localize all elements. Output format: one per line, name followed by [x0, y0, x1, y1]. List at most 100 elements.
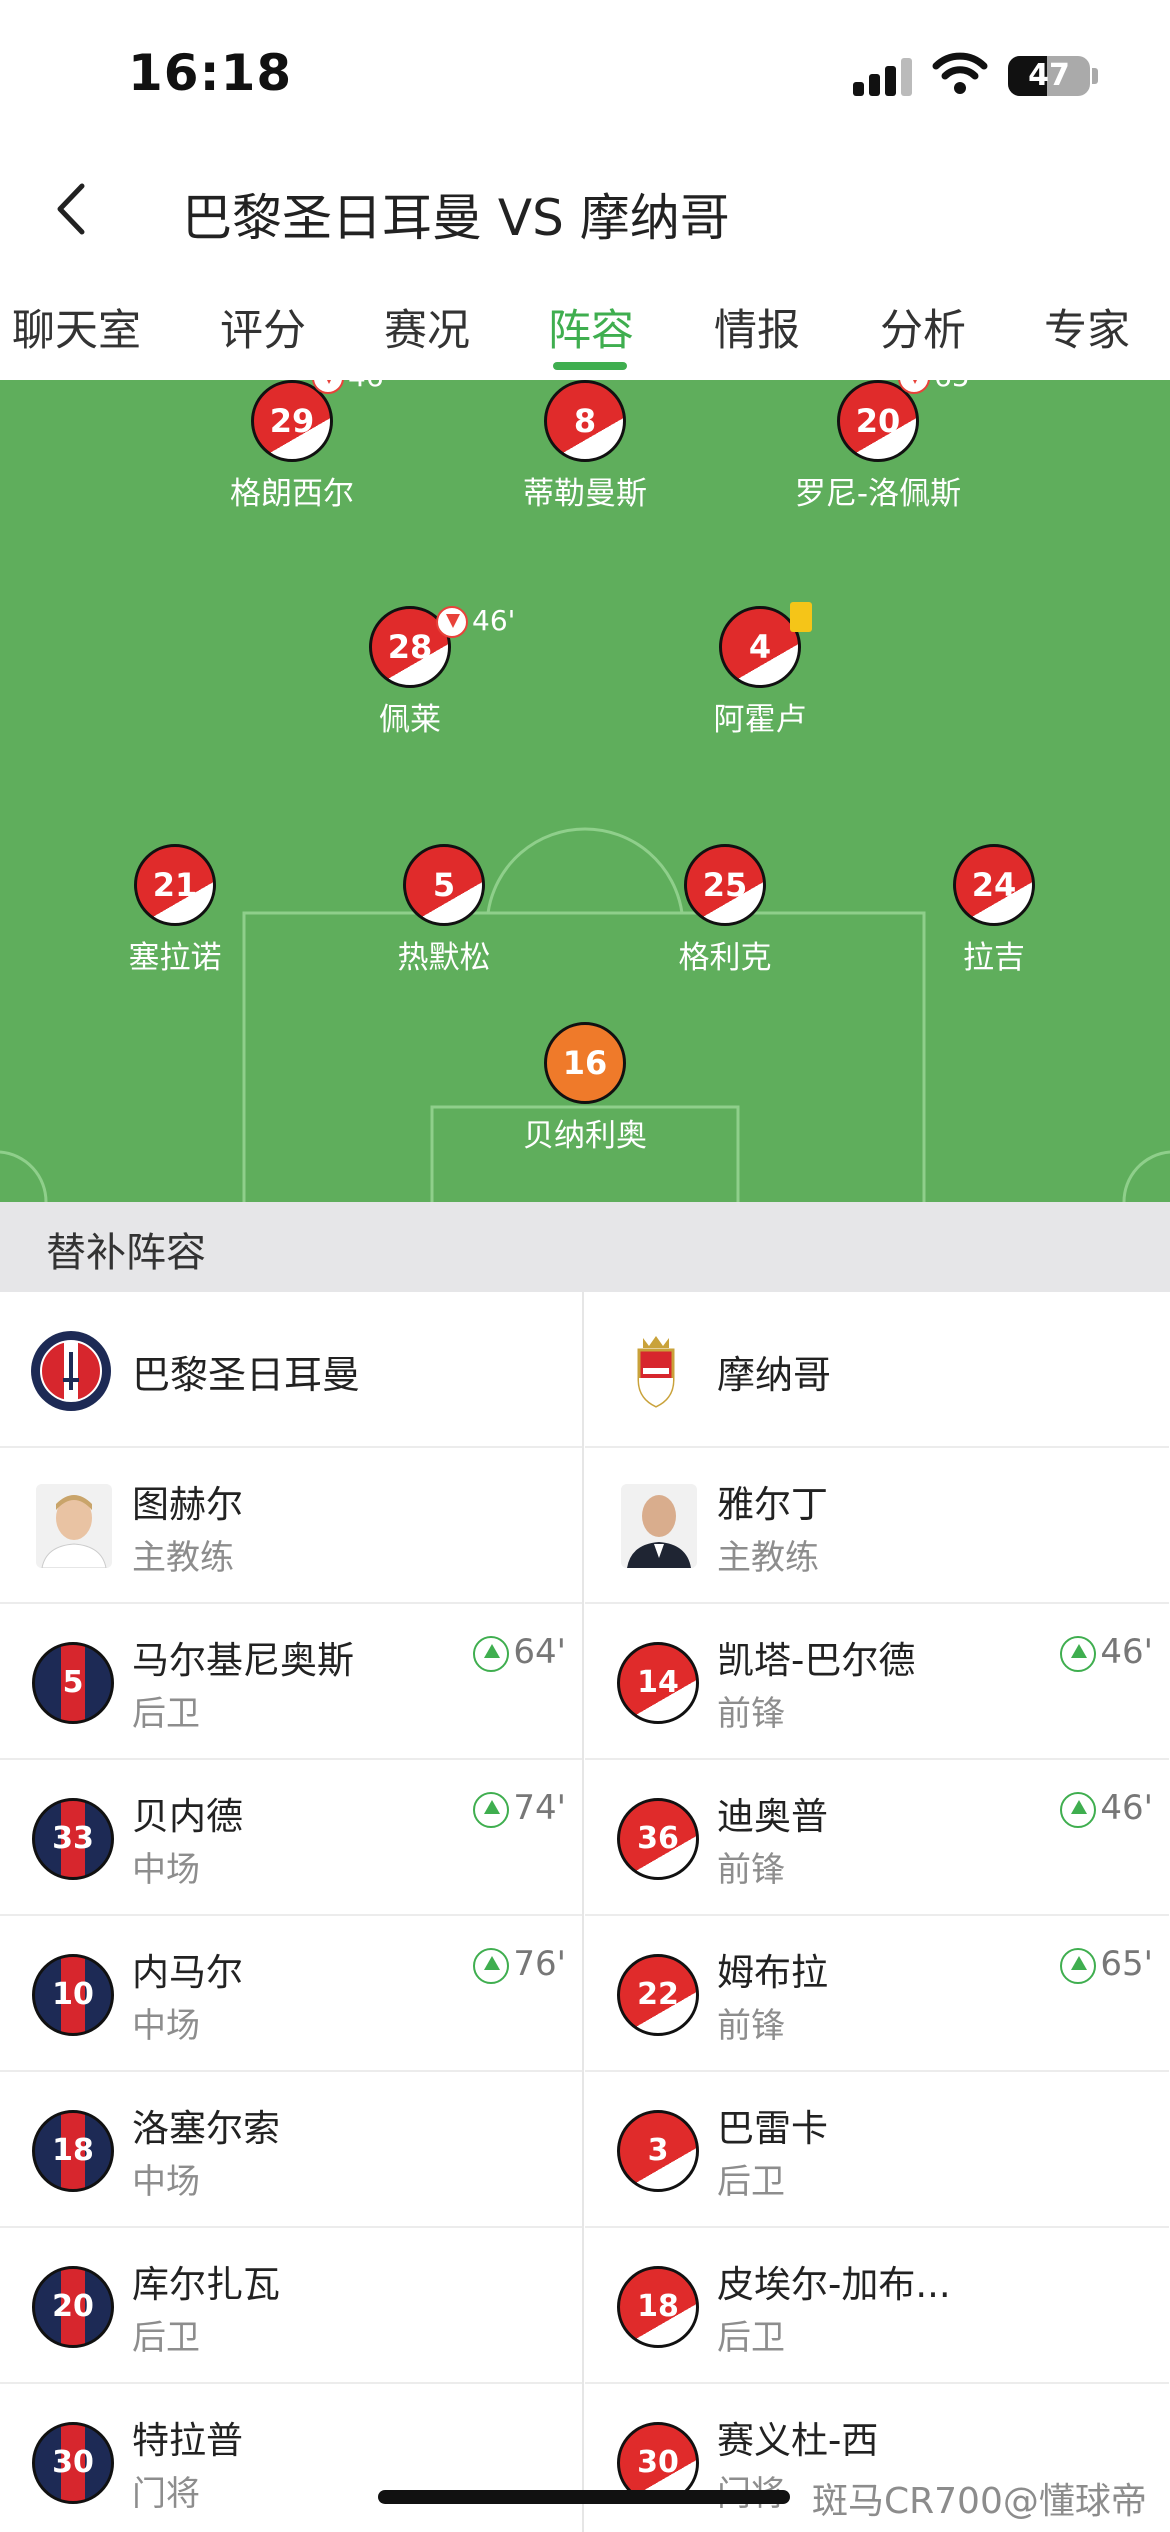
player-position: 前锋	[717, 2006, 785, 2046]
battery-level: 47	[1028, 58, 1070, 93]
sub-in-marker: 46'	[1060, 1632, 1153, 1672]
sub-in-arrow-icon	[473, 1791, 510, 1828]
player-number-badge: 30	[32, 2422, 114, 2504]
player-name: 阿霍卢	[713, 702, 807, 738]
away-team-row[interactable]: 摩纳哥	[585, 1292, 1169, 1448]
away-coach-row[interactable]: 雅尔丁 主教练	[585, 1448, 1169, 1604]
sub-player-row[interactable]: 18 皮埃尔-加布... 后卫	[585, 2228, 1169, 2384]
player-number-badge: 22	[617, 1954, 699, 2036]
sub-player-row[interactable]: 18 洛塞尔索 中场	[0, 2072, 582, 2228]
status-time: 16:18	[128, 44, 293, 102]
tab-chatroom[interactable]: 聊天室	[12, 296, 141, 358]
home-team-name: 巴黎圣日耳曼	[132, 1353, 361, 1397]
sub-player-row[interactable]: 14 凯塔-巴尔德 前锋 46'	[585, 1604, 1169, 1760]
sub-out-marker: 46'	[312, 380, 391, 394]
nav-header: 巴黎圣日耳曼 VS 摩纳哥	[0, 150, 1170, 270]
wifi-icon	[932, 52, 988, 94]
player-jersey: 21	[134, 844, 216, 926]
player-position: 后卫	[717, 2318, 785, 2358]
back-chevron-icon[interactable]	[40, 174, 110, 244]
tab-ratings[interactable]: 评分	[220, 296, 306, 358]
pitch-player[interactable]: 21 塞拉诺	[75, 844, 275, 977]
monaco-logo-icon	[637, 1336, 675, 1408]
tab-analysis[interactable]: 分析	[880, 296, 966, 358]
player-name: 迪奥普	[717, 1795, 828, 1838]
coach-name: 雅尔丁	[717, 1483, 828, 1526]
player-name: 库尔扎瓦	[132, 2263, 280, 2306]
sub-player-row[interactable]: 22 姆布拉 前锋 65'	[585, 1916, 1169, 2072]
yellow-card-icon	[790, 602, 812, 632]
player-number-badge: 20	[32, 2266, 114, 2348]
player-name: 拉吉	[963, 940, 1025, 976]
player-number-badge: 5	[32, 1642, 114, 1724]
coach-avatar	[36, 1484, 112, 1568]
sub-out-marker: 46'	[436, 604, 515, 638]
player-name: 贝纳利奥	[523, 1118, 647, 1154]
pitch-player[interactable]: 8 蒂勒曼斯	[485, 380, 685, 513]
sub-player-row[interactable]: 33 贝内德 中场 74'	[0, 1760, 582, 1916]
tab-intel[interactable]: 情报	[714, 296, 800, 358]
player-name: 皮埃尔-加布...	[717, 2263, 951, 2306]
home-subs-column: 巴黎圣日耳曼 图赫尔 主教练 5 马尔基尼奥斯 后卫 64' 33 贝内德 中场…	[0, 1292, 584, 2532]
sub-in-arrow-icon	[1060, 1635, 1097, 1672]
player-name: 蒂勒曼斯	[523, 476, 647, 512]
tab-experts[interactable]: 专家	[1044, 296, 1130, 358]
status-bar: 16:18 47	[0, 0, 1170, 150]
sub-player-row[interactable]: 36 迪奥普 前锋 46'	[585, 1760, 1169, 1916]
sub-player-row[interactable]: 10 内马尔 中场 76'	[0, 1916, 582, 2072]
pitch-player[interactable]: 20 罗尼-洛佩斯 65'	[778, 380, 978, 513]
sub-in-arrow-icon	[473, 1947, 510, 1984]
player-number-badge: 3	[617, 2110, 699, 2192]
away-subs-column: 摩纳哥 雅尔丁 主教练 14 凯塔-巴尔德 前锋 46' 36 迪奥普 前锋 4…	[585, 1292, 1169, 2532]
sub-player-row[interactable]: 20 库尔扎瓦 后卫	[0, 2228, 582, 2384]
pitch-player[interactable]: 25 格利克	[625, 844, 825, 977]
player-name: 佩莱	[379, 702, 441, 738]
psg-logo-icon	[31, 1331, 111, 1411]
sub-out-icon	[436, 606, 468, 638]
sub-in-marker: 65'	[1060, 1944, 1153, 1984]
pitch-player[interactable]: 24 拉吉	[894, 844, 1094, 977]
player-name: 姆布拉	[717, 1951, 828, 1994]
player-name: 马尔基尼奥斯	[132, 1639, 354, 1682]
sub-in-marker: 46'	[1060, 1788, 1153, 1828]
home-indicator[interactable]	[378, 2490, 790, 2504]
pitch-player[interactable]: 29 格朗西尔 46'	[192, 380, 392, 513]
player-position: 中场	[132, 2006, 200, 2046]
tab-lineup[interactable]: 阵容	[548, 296, 634, 358]
player-position: 前锋	[717, 1694, 785, 1734]
player-number-badge: 18	[617, 2266, 699, 2348]
player-number-badge: 18	[32, 2110, 114, 2192]
pitch-player[interactable]: 4 阿霍卢	[660, 602, 860, 739]
lineup-pitch: 29 格朗西尔 46' 8 蒂勒曼斯 20 罗尼-洛佩斯 65' 28 佩莱 4…	[0, 380, 1170, 1202]
pitch-player[interactable]: 28 佩莱 46'	[310, 604, 515, 739]
active-tab-indicator	[553, 362, 627, 370]
tab-live[interactable]: 赛况	[384, 296, 470, 358]
coach-avatar	[621, 1484, 697, 1568]
substitutes-header: 替补阵容	[0, 1202, 1170, 1292]
player-position: 后卫	[132, 2318, 200, 2358]
sub-player-row[interactable]: 30 特拉普 门将	[0, 2384, 582, 2532]
player-jersey: 25	[684, 844, 766, 926]
player-jersey: 16	[544, 1022, 626, 1104]
sub-in-marker: 64'	[473, 1632, 566, 1672]
home-coach-row[interactable]: 图赫尔 主教练	[0, 1448, 582, 1604]
battery-icon: 47	[1008, 56, 1090, 96]
home-team-row[interactable]: 巴黎圣日耳曼	[0, 1292, 582, 1448]
sub-player-row[interactable]: 3 巴雷卡 后卫	[585, 2072, 1169, 2228]
pitch-player[interactable]: 5 热默松	[344, 844, 544, 977]
player-position: 中场	[132, 1850, 200, 1890]
pitch-player-goalkeeper[interactable]: 16 贝纳利奥	[485, 1022, 685, 1155]
substitutes-title: 替补阵容	[46, 1230, 206, 1276]
sub-in-marker: 76'	[473, 1944, 566, 1984]
player-number-badge: 10	[32, 1954, 114, 2036]
cellular-signal-icon	[853, 58, 915, 96]
sub-in-arrow-icon	[1060, 1791, 1097, 1828]
player-name: 格朗西尔	[230, 476, 354, 512]
player-name: 热默松	[397, 940, 491, 976]
player-number-badge: 14	[617, 1642, 699, 1724]
sub-player-row[interactable]: 5 马尔基尼奥斯 后卫 64'	[0, 1604, 582, 1760]
sub-out-icon	[898, 380, 930, 394]
player-position: 后卫	[132, 1694, 200, 1734]
coach-name: 图赫尔	[132, 1483, 243, 1526]
away-team-name: 摩纳哥	[717, 1353, 832, 1397]
